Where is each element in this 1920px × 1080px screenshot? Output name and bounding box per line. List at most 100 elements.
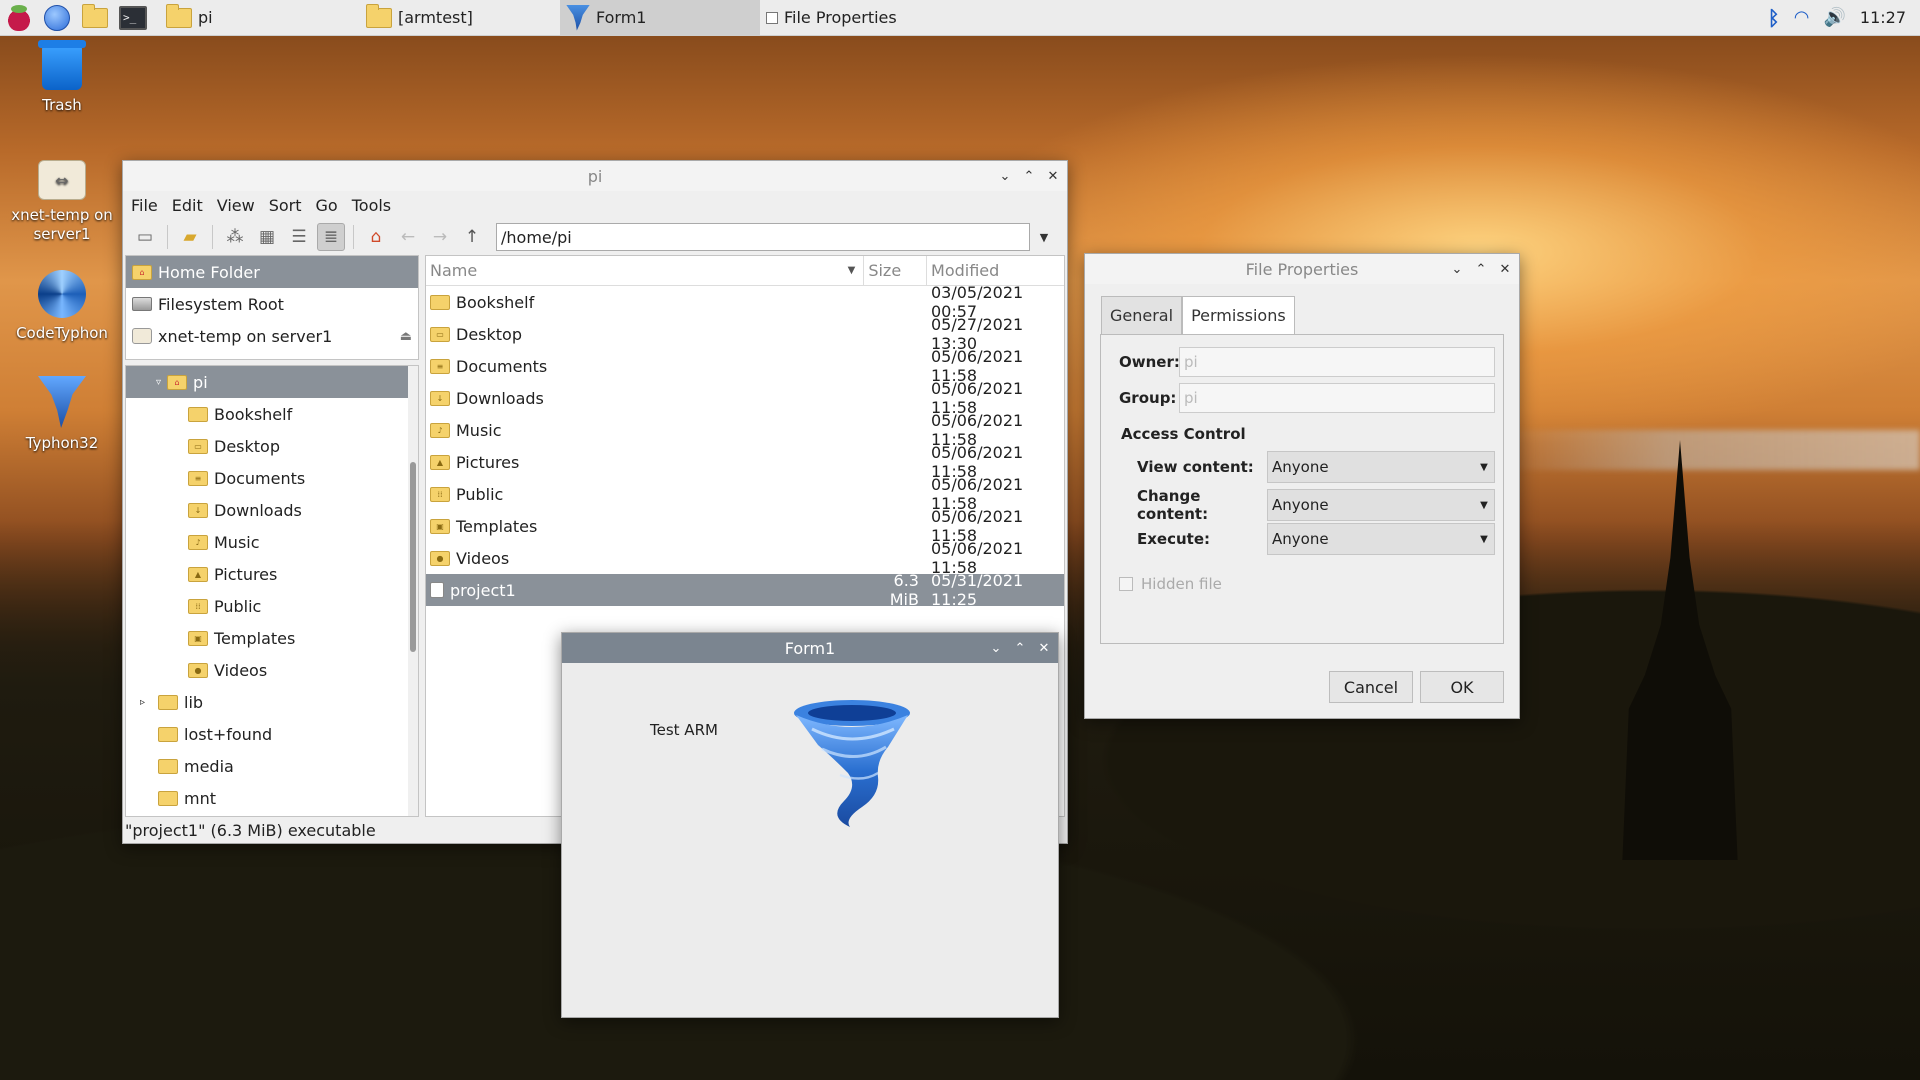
place-network-share[interactable]: xnet-temp on server1 ⏏ [126, 320, 418, 352]
view-compact-button[interactable]: ☰ [285, 223, 313, 251]
desktop-icon-typhon32[interactable]: Typhon32 [2, 376, 122, 453]
minimize-icon[interactable]: ⌄ [1449, 262, 1465, 277]
place-label: Filesystem Root [158, 294, 284, 314]
volume-icon[interactable]: 🔊 [1823, 7, 1845, 28]
task-pi[interactable]: pi [160, 0, 360, 36]
cancel-button[interactable]: Cancel [1329, 671, 1413, 703]
tab-permissions[interactable]: Permissions [1182, 296, 1295, 334]
tree-item-music[interactable]: ♪ Music [126, 526, 418, 558]
tree-item-media[interactable]: media [126, 750, 418, 782]
file-row-selected[interactable]: project1 6.3 MiB 05/31/2021 11:25 [426, 571, 1064, 609]
path-history-dropdown[interactable]: ▼ [1034, 231, 1054, 244]
maximize-icon[interactable]: ⌃ [1012, 641, 1028, 656]
wallpaper-river [1500, 430, 1920, 470]
menu-view[interactable]: View [217, 196, 255, 215]
codetyphon-icon [38, 270, 86, 318]
task-armtest[interactable]: [armtest] [360, 0, 560, 36]
file-row[interactable]: ≡ Documents 05/06/2021 11:58 [426, 347, 1064, 385]
view-icons-button[interactable]: ⁂ [221, 223, 249, 251]
file-row[interactable]: ↓ Downloads 05/06/2021 11:58 [426, 379, 1064, 417]
scrollbar-thumb[interactable] [410, 462, 416, 652]
bluetooth-icon[interactable]: ᛒ [1768, 6, 1780, 30]
column-header-modified[interactable]: Modified [927, 256, 1064, 286]
change-content-select[interactable]: Anyone ▼ [1267, 489, 1495, 521]
file-row[interactable]: ● Videos 05/06/2021 11:58 [426, 539, 1064, 577]
drive-icon [132, 297, 152, 311]
column-header-name[interactable]: Name ▼ [426, 256, 865, 286]
tree-item-documents[interactable]: ≡ Documents [126, 462, 418, 494]
file-row[interactable]: ▣ Templates 05/06/2021 11:58 [426, 507, 1064, 545]
tree-label: Public [214, 596, 262, 616]
view-thumbnails-button[interactable]: ▦ [253, 223, 281, 251]
file-row[interactable]: Bookshelf 03/05/2021 00:57 [426, 283, 1064, 321]
properties-titlebar[interactable]: File Properties ⌄ ⌃ ✕ [1085, 254, 1519, 284]
file-row[interactable]: ▭ Desktop 05/27/2021 13:30 [426, 315, 1064, 353]
execute-select[interactable]: Anyone ▼ [1267, 523, 1495, 555]
back-button[interactable]: ← [394, 223, 422, 251]
home-button[interactable]: ⌂ [362, 223, 390, 251]
desktop-icon-network-share[interactable]: ⇔ xnet-temp on server1 [2, 160, 122, 244]
file-row[interactable]: ▲ Pictures 05/06/2021 11:58 [426, 443, 1064, 481]
expand-arrow-icon[interactable]: ▹ [140, 697, 152, 708]
file-manager-launcher[interactable] [76, 0, 114, 36]
tree-label: Pictures [214, 564, 278, 584]
taskbar: >_ pi [armtest] Form1 File Properties ᛒ … [0, 0, 1920, 36]
wifi-icon[interactable]: ◠ [1794, 7, 1810, 28]
tree-item-templates[interactable]: ▣ Templates [126, 622, 418, 654]
forward-button[interactable]: → [426, 223, 454, 251]
file-row[interactable]: ♪ Music 05/06/2021 11:58 [426, 411, 1064, 449]
new-window-button[interactable]: ▭ [131, 223, 159, 251]
maximize-icon[interactable]: ⌃ [1473, 262, 1489, 277]
tree-item-pi[interactable]: ▿ ⌂ pi [126, 366, 418, 398]
place-home-folder[interactable]: ⌂ Home Folder [126, 256, 418, 288]
raspberry-menu-button[interactable] [0, 0, 38, 36]
place-filesystem-root[interactable]: Filesystem Root [126, 288, 418, 320]
task-form1[interactable]: Form1 [560, 0, 760, 36]
menu-file[interactable]: File [131, 196, 158, 215]
tree-item-desktop[interactable]: ▭ Desktop [126, 430, 418, 462]
hidden-file-checkbox[interactable] [1119, 577, 1133, 591]
close-icon[interactable]: ✕ [1045, 169, 1061, 184]
system-tray: ᛒ ◠ 🔊 11:27 [1768, 6, 1920, 30]
web-browser-launcher[interactable] [38, 0, 76, 36]
view-detailed-button[interactable]: ≣ [317, 223, 345, 251]
eject-icon[interactable]: ⏏ [400, 329, 412, 344]
tree-item-videos[interactable]: ● Videos [126, 654, 418, 686]
tree-item-lib[interactable]: ▹ lib [126, 686, 418, 718]
close-icon[interactable]: ✕ [1036, 641, 1052, 656]
tree-item-bookshelf[interactable]: Bookshelf [126, 398, 418, 430]
maximize-icon[interactable]: ⌃ [1021, 169, 1037, 184]
tree-item-pictures[interactable]: ▲ Pictures [126, 558, 418, 590]
collapse-arrow-icon[interactable]: ▿ [156, 377, 161, 388]
desktop-icon-codetyphon[interactable]: CodeTyphon [2, 270, 122, 343]
file-row[interactable]: ⁞⁞ Public 05/06/2021 11:58 [426, 475, 1064, 513]
up-button[interactable]: ↑ [458, 223, 486, 251]
form1-titlebar[interactable]: Form1 ⌄ ⌃ ✕ [562, 633, 1058, 663]
task-file-properties[interactable]: File Properties [760, 0, 960, 36]
close-icon[interactable]: ✕ [1497, 262, 1513, 277]
tab-general[interactable]: General [1101, 296, 1183, 334]
minimize-icon[interactable]: ⌄ [988, 641, 1004, 656]
tree-item-public[interactable]: ⁞⁞ Public [126, 590, 418, 622]
tree-scrollbar[interactable] [408, 366, 418, 816]
menu-edit[interactable]: Edit [172, 196, 203, 215]
view-content-label: View content: [1137, 458, 1254, 476]
menu-sort[interactable]: Sort [269, 196, 302, 215]
tree-item-mnt[interactable]: mnt [126, 782, 418, 814]
desktop-icon-trash[interactable]: Trash [2, 40, 122, 115]
terminal-launcher[interactable]: >_ [114, 0, 152, 36]
path-input[interactable]: /home/pi [496, 223, 1030, 251]
menu-tools[interactable]: Tools [352, 196, 391, 215]
file-manager-titlebar[interactable]: pi ⌄ ⌃ ✕ [123, 161, 1067, 191]
clock[interactable]: 11:27 [1860, 8, 1906, 27]
tree-item-lost-found[interactable]: lost+found [126, 718, 418, 750]
view-content-select[interactable]: Anyone ▼ [1267, 451, 1495, 483]
minimize-icon[interactable]: ⌄ [997, 169, 1013, 184]
ok-button[interactable]: OK [1420, 671, 1504, 703]
menu-go[interactable]: Go [316, 196, 338, 215]
network-drive-icon: ⇔ [38, 160, 86, 200]
tree-item-downloads[interactable]: ↓ Downloads [126, 494, 418, 526]
view-content-row: View content: Anyone ▼ [1137, 451, 1495, 483]
column-header-size[interactable]: Size [864, 256, 928, 286]
new-folder-button[interactable]: ▰ [176, 223, 204, 251]
